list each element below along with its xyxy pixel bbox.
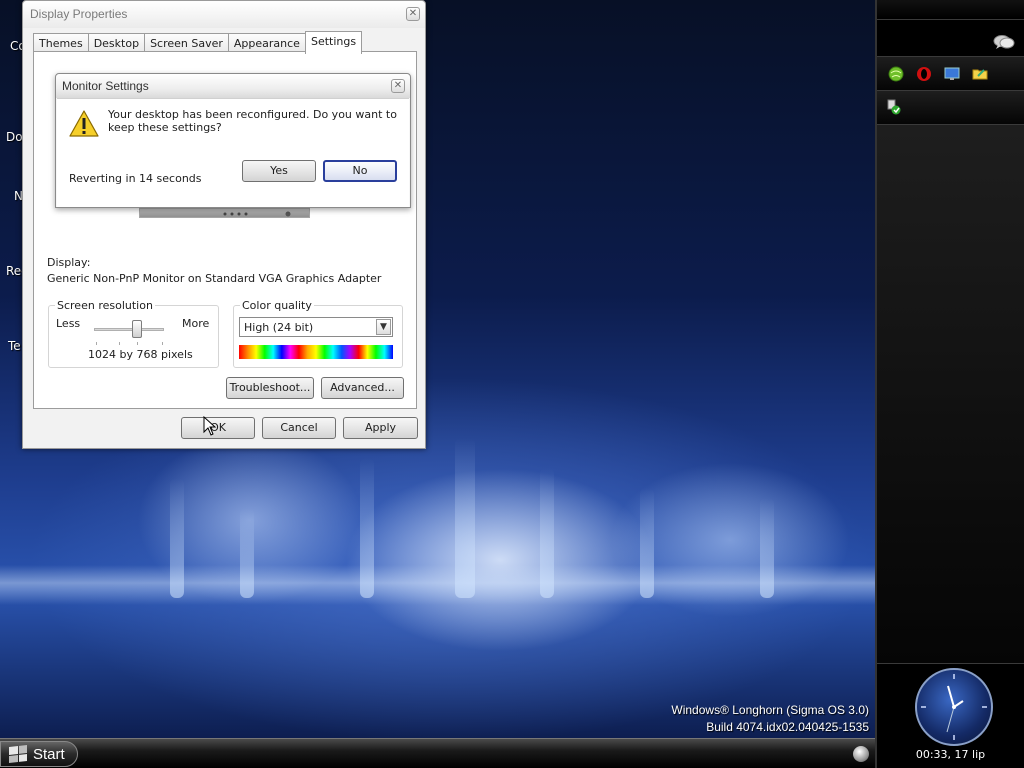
window-title: Display Properties — [30, 7, 128, 21]
tab-desktop[interactable]: Desktop — [87, 33, 146, 53]
monitor-preview-dots-icon — [223, 211, 291, 217]
display-label: Display: — [47, 256, 91, 269]
cancel-button[interactable]: Cancel — [262, 417, 336, 439]
close-icon[interactable]: ✕ — [391, 79, 405, 93]
yes-button[interactable]: Yes — [242, 160, 316, 182]
screen-resolution-group: Screen resolution Less More 1024 by 768 … — [48, 299, 219, 368]
tab-strip: Themes Desktop Screen Saver Appearance S… — [33, 31, 363, 54]
wallpaper-ray — [540, 468, 554, 598]
analog-clock — [915, 668, 993, 746]
sidebar-top-bar — [877, 0, 1024, 20]
troubleshoot-button[interactable]: Troubleshoot... — [226, 377, 314, 399]
monitor-settings-dialog: Monitor Settings ✕ Your desktop has been… — [55, 73, 411, 208]
group-title: Color quality — [240, 299, 314, 312]
monitor-preview-stand — [139, 208, 310, 218]
tab-themes[interactable]: Themes — [33, 33, 89, 53]
color-quality-value: High (24 bit) — [244, 321, 314, 334]
tab-settings[interactable]: Settings — [304, 31, 363, 54]
wallpaper-ray — [640, 488, 654, 598]
quick-launch-tile — [877, 56, 1024, 90]
desktop-icon-label[interactable]: Te — [8, 339, 21, 353]
slider-tick — [96, 342, 97, 345]
clock-datetime: 00:33, 17 lip — [915, 748, 986, 761]
slider-tick — [162, 342, 163, 345]
os-brand-watermark: Windows® Longhorn (Sigma OS 3.0) Build 4… — [671, 702, 869, 736]
group-title: Screen resolution — [55, 299, 155, 312]
folder-icon[interactable] — [972, 66, 988, 82]
mouse-cursor-icon — [203, 416, 217, 436]
apply-button[interactable]: Apply — [343, 417, 418, 439]
wallpaper-ray — [760, 498, 774, 598]
revert-countdown: Reverting in 14 seconds — [69, 172, 202, 185]
color-quality-select[interactable]: High (24 bit) ▼ — [239, 317, 393, 337]
sidebar: 00:33, 17 lip — [875, 0, 1024, 768]
resolution-slider-thumb[interactable] — [132, 320, 142, 338]
color-quality-group: Color quality High (24 bit) ▼ — [233, 299, 403, 368]
dialog-title: Monitor Settings — [62, 79, 149, 93]
close-icon[interactable]: ✕ — [406, 7, 420, 21]
dialog-body: Your desktop has been reconfigured. Do y… — [57, 98, 409, 207]
wallpaper-horizon — [0, 565, 875, 605]
wallpaper-ray — [170, 478, 184, 598]
slider-tick — [119, 342, 120, 345]
opera-icon[interactable] — [916, 66, 932, 82]
resolution-less-label: Less — [56, 317, 81, 330]
color-spectrum-bar — [239, 345, 393, 359]
green-globe-icon[interactable] — [888, 66, 904, 82]
desktop-icon-label[interactable]: Do — [6, 130, 23, 144]
no-button[interactable]: No — [323, 160, 397, 182]
brand-line-1: Windows® Longhorn (Sigma OS 3.0) — [671, 703, 869, 717]
wallpaper-ray — [360, 458, 374, 598]
resolution-value: 1024 by 768 pixels — [88, 348, 193, 361]
warning-icon — [69, 110, 99, 137]
tray-orb-icon[interactable] — [853, 746, 869, 762]
window-titlebar[interactable]: Display Properties ✕ — [23, 1, 425, 28]
resolution-slider-track[interactable] — [94, 328, 164, 331]
slider-tick — [137, 342, 138, 345]
chevron-down-icon[interactable]: ▼ — [376, 319, 391, 335]
wallpaper-ray — [240, 508, 254, 598]
security-shield-icon[interactable] — [886, 99, 902, 115]
start-label: Start — [33, 745, 65, 763]
wallpaper-ray — [455, 438, 475, 598]
windows-flag-icon — [9, 745, 27, 763]
resolution-more-label: More — [182, 317, 210, 330]
monitor-icon[interactable] — [944, 66, 960, 82]
sidebar-empty-panel — [877, 124, 1024, 664]
dialog-titlebar[interactable]: Monitor Settings ✕ — [56, 74, 410, 98]
start-button[interactable]: Start — [0, 741, 78, 767]
display-properties-window: Display Properties ✕ Themes Desktop Scre… — [22, 0, 426, 449]
chat-bubble-icon[interactable] — [993, 34, 1015, 50]
tray-tile — [877, 90, 1024, 124]
clock-face-icon — [921, 674, 987, 740]
tab-appearance[interactable]: Appearance — [227, 33, 306, 53]
ok-button[interactable]: OK — [181, 417, 255, 439]
taskbar: Start — [0, 738, 875, 768]
dialog-message: Your desktop has been reconfigured. Do y… — [108, 108, 397, 134]
display-adapter-value: Generic Non-PnP Monitor on Standard VGA … — [47, 272, 382, 285]
advanced-button[interactable]: Advanced... — [321, 377, 404, 399]
brand-line-2: Build 4074.idx02.040425-1535 — [706, 720, 869, 734]
tab-screen-saver[interactable]: Screen Saver — [144, 33, 229, 53]
